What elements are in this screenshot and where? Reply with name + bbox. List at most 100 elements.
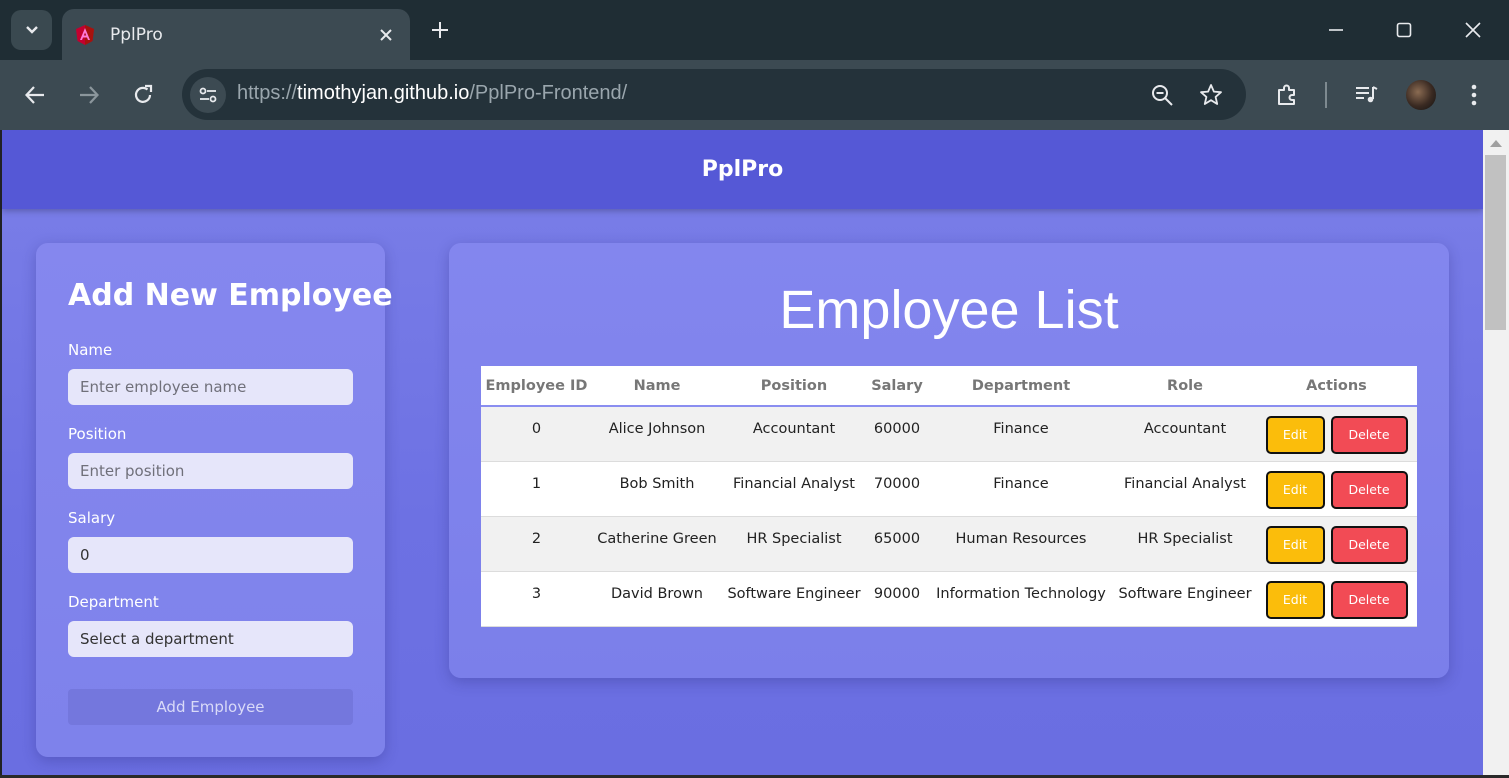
column-header-actions: Actions xyxy=(1256,366,1417,407)
cell-salary: 60000 xyxy=(866,406,928,462)
department-label: Department xyxy=(68,593,159,611)
url-text: https://timothyjan.github.io/PplPro-Fron… xyxy=(237,82,627,105)
cell-department: Finance xyxy=(928,406,1114,462)
extensions-icon xyxy=(1278,84,1295,105)
cell-actions: Edit Delete xyxy=(1256,516,1417,572)
reload-icon xyxy=(134,84,153,103)
chevron-down-icon xyxy=(25,26,38,34)
cell-actions: Edit Delete xyxy=(1256,406,1417,462)
url-host: timothyjan.github.io xyxy=(297,82,470,104)
url-scheme: https:// xyxy=(237,82,298,104)
cell-department: Human Resources xyxy=(928,516,1114,572)
reload-button[interactable] xyxy=(125,77,161,113)
cell-role: Software Engineer xyxy=(1114,571,1256,627)
add-employee-form: Add New Employee Name Enter employee nam… xyxy=(36,243,393,757)
cell-position: Accountant xyxy=(722,406,866,462)
cell-role: HR Specialist xyxy=(1114,516,1256,572)
close-icon xyxy=(380,28,392,41)
delete-button[interactable]: Delete xyxy=(1330,470,1408,509)
salary-input[interactable]: 0 xyxy=(68,537,353,573)
edit-button[interactable]: Edit xyxy=(1265,470,1325,509)
menu-icon xyxy=(1471,84,1477,106)
tab-search-button[interactable] xyxy=(11,10,52,50)
name-input[interactable]: Enter employee name xyxy=(68,369,353,405)
new-tab-button[interactable] xyxy=(424,14,456,46)
browser-menu-button[interactable] xyxy=(1456,77,1492,113)
table-header-row: Employee ID Name Position Salary Departm… xyxy=(481,366,1417,407)
employee-list-title: Employee List xyxy=(779,280,1119,340)
app-title: PplPro xyxy=(701,157,784,182)
cell-salary: 90000 xyxy=(866,571,928,627)
site-info-button[interactable] xyxy=(190,77,226,113)
cell-position: Software Engineer xyxy=(722,571,866,627)
window-close-button[interactable] xyxy=(1453,12,1493,48)
cell-employee-id: 1 xyxy=(481,461,592,517)
url-path: /PplPro-Frontend/ xyxy=(469,82,628,104)
browser-tab[interactable]: PplPro xyxy=(62,9,410,60)
tab-strip: PplPro xyxy=(0,0,1509,60)
delete-button[interactable]: Delete xyxy=(1330,580,1408,619)
maximize-icon xyxy=(1396,22,1412,38)
cell-actions: Edit Delete xyxy=(1256,571,1417,627)
cell-actions: Edit Delete xyxy=(1256,461,1417,517)
extensions-button[interactable] xyxy=(1269,77,1305,113)
table-row: 3 David Brown Software Engineer 90000 In… xyxy=(481,571,1417,627)
zoom-icon xyxy=(1152,85,1173,106)
table-row: 0 Alice Johnson Accountant 60000 Finance… xyxy=(481,406,1417,462)
bookmark-button[interactable] xyxy=(1197,81,1225,109)
delete-button[interactable]: Delete xyxy=(1330,416,1408,454)
edit-button[interactable]: Edit xyxy=(1265,525,1325,564)
cell-name: Catherine Green xyxy=(592,516,722,572)
column-header-role: Role xyxy=(1114,366,1256,407)
cell-name: Bob Smith xyxy=(592,461,722,517)
back-button[interactable] xyxy=(17,77,53,113)
name-label: Name xyxy=(68,341,113,359)
edit-button[interactable]: Edit xyxy=(1265,580,1325,619)
employee-table: Employee ID Name Position Salary Departm… xyxy=(481,366,1417,627)
browser-toolbar: https://timothyjan.github.io/PplPro-Fron… xyxy=(0,60,1509,130)
cell-department: Finance xyxy=(928,461,1114,517)
media-button[interactable] xyxy=(1348,77,1384,113)
add-employee-button[interactable]: Add Employee xyxy=(68,689,353,725)
toolbar-divider xyxy=(1325,82,1327,108)
column-header-salary: Salary xyxy=(866,366,928,407)
cell-position: HR Specialist xyxy=(722,516,866,572)
cell-role: Financial Analyst xyxy=(1114,461,1256,517)
back-icon xyxy=(24,86,44,104)
cell-salary: 65000 xyxy=(866,516,928,572)
maximize-button[interactable] xyxy=(1384,12,1424,48)
column-header-department: Department xyxy=(928,366,1114,407)
angular-favicon-icon xyxy=(76,24,94,45)
cell-name: Alice Johnson xyxy=(592,406,722,462)
page-scrollbar[interactable] xyxy=(1483,130,1509,775)
employee-list-card: Employee List Employee ID Name Position … xyxy=(449,243,1449,678)
minimize-button[interactable] xyxy=(1316,12,1356,48)
delete-button[interactable]: Delete xyxy=(1330,525,1408,564)
scrollbar-thumb[interactable] xyxy=(1485,155,1506,330)
edit-button[interactable]: Edit xyxy=(1265,416,1325,454)
cell-position: Financial Analyst xyxy=(722,461,866,517)
column-header-employee-id: Employee ID xyxy=(481,366,592,407)
bookmark-star-icon xyxy=(1200,84,1222,105)
minimize-icon xyxy=(1329,29,1343,31)
page-viewport: PplPro Add New Employee Name Enter emplo… xyxy=(2,130,1483,775)
cell-employee-id: 0 xyxy=(481,406,592,462)
forward-button[interactable] xyxy=(71,77,107,113)
scroll-up-arrow-icon[interactable] xyxy=(1490,140,1502,147)
tab-title: PplPro xyxy=(110,24,163,45)
plus-icon xyxy=(432,22,448,38)
site-info-icon xyxy=(199,87,217,103)
cell-employee-id: 2 xyxy=(481,516,592,572)
column-header-name: Name xyxy=(592,366,722,407)
zoom-button[interactable] xyxy=(1148,81,1176,109)
position-label: Position xyxy=(68,425,127,443)
window-close-icon xyxy=(1465,22,1481,38)
forward-icon xyxy=(80,86,100,104)
position-input[interactable]: Enter position xyxy=(68,453,353,489)
profile-avatar[interactable] xyxy=(1406,80,1436,110)
tab-close-button[interactable] xyxy=(372,21,400,49)
address-bar[interactable]: https://timothyjan.github.io/PplPro-Fron… xyxy=(182,69,1246,120)
column-header-position: Position xyxy=(722,366,866,407)
cell-name: David Brown xyxy=(592,571,722,627)
department-select[interactable]: Select a department xyxy=(68,621,353,657)
